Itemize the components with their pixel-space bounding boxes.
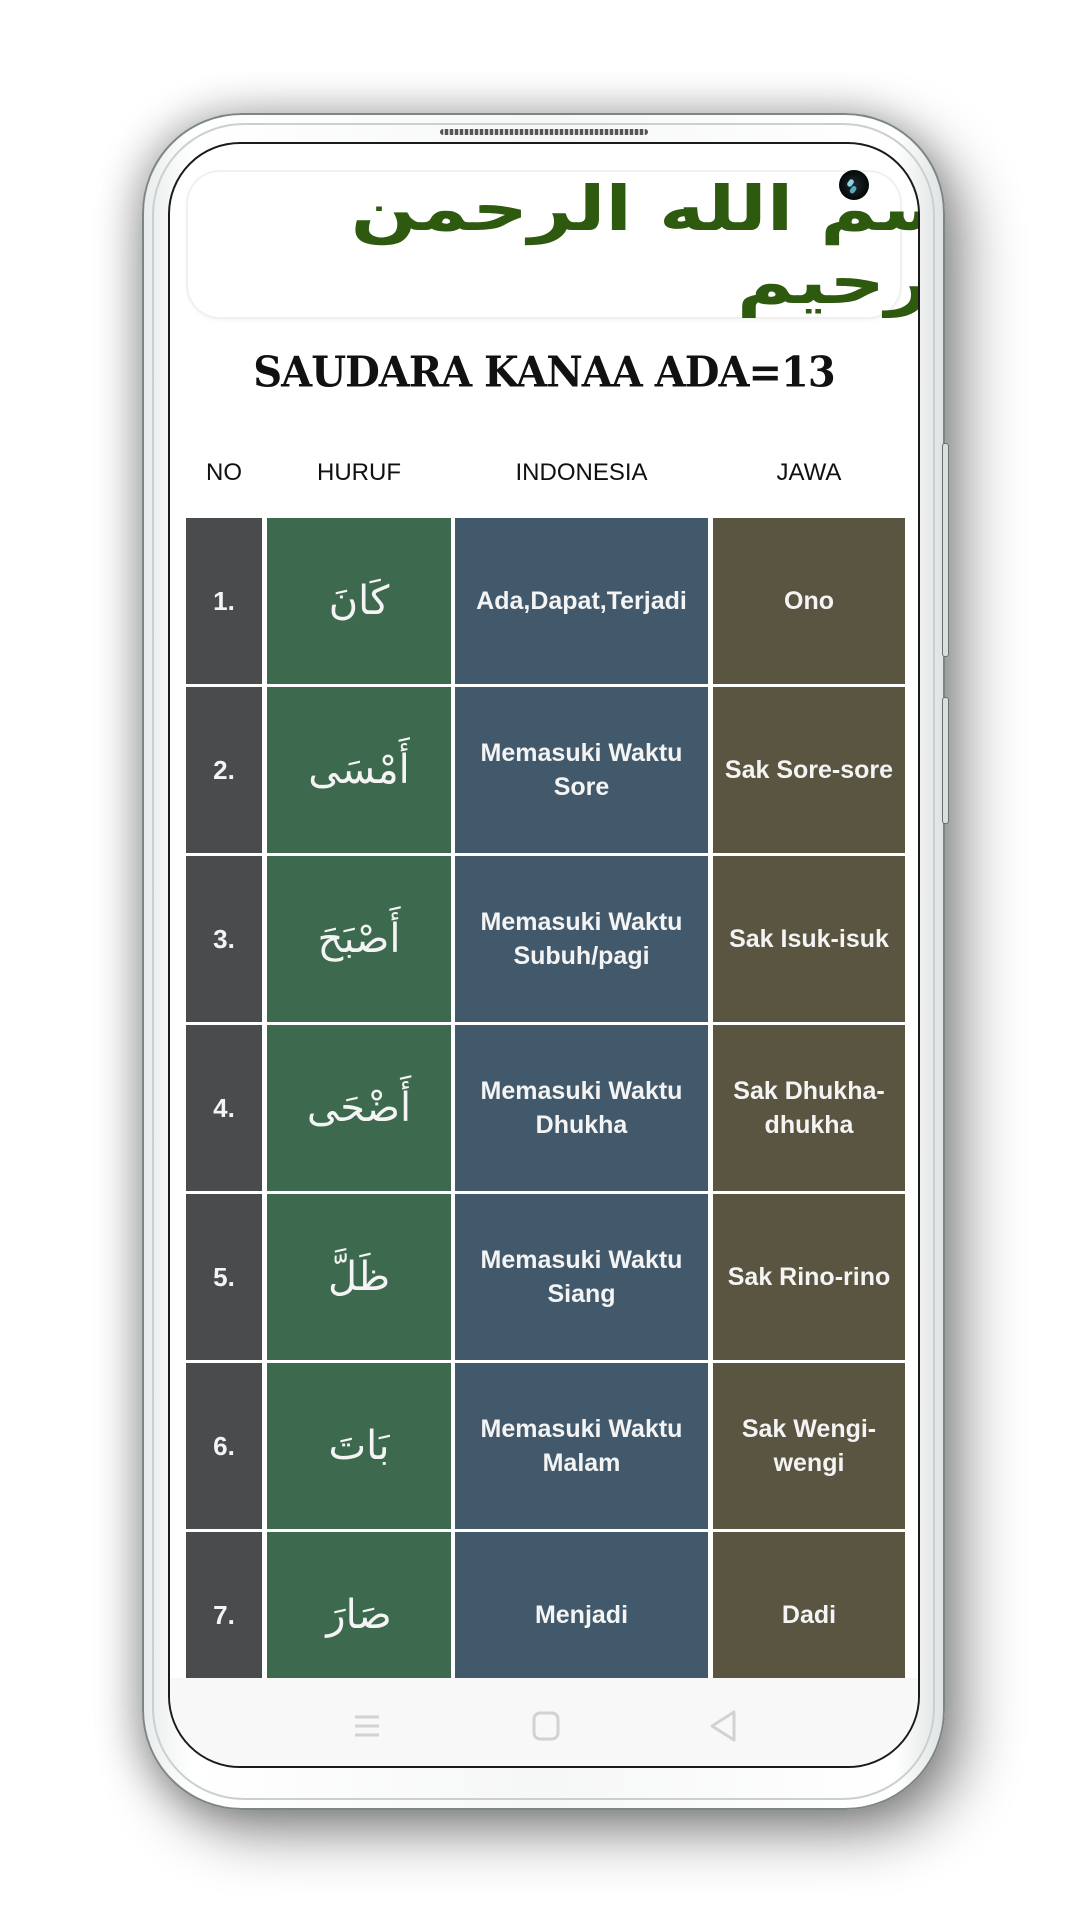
cell-indonesia: Memasuki Waktu Subuh/pagi: [455, 856, 708, 1022]
table-row: 7. صَارَ Menjadi Dadi: [186, 1532, 905, 1698]
cell-indonesia: Memasuki Waktu Siang: [455, 1194, 708, 1360]
home-icon[interactable]: [526, 1706, 566, 1746]
page-title: SAUDARA KANAA ADA=13: [253, 347, 835, 398]
cell-huruf: أَمْسَى: [267, 687, 451, 853]
cell-huruf: صَارَ: [267, 1532, 451, 1698]
cell-no: 6.: [186, 1363, 262, 1529]
power-button: [942, 697, 949, 824]
back-icon[interactable]: [704, 1706, 744, 1746]
cell-no: 5.: [186, 1194, 262, 1360]
cell-jawa: Sak Sore-sore: [713, 687, 905, 853]
cell-jawa: Sak Rino-rino: [713, 1194, 905, 1360]
cell-no: 3.: [186, 856, 262, 1022]
cell-no: 7.: [186, 1532, 262, 1698]
cell-huruf: بَاتَ: [267, 1363, 451, 1529]
table-row: 1. كَانَ Ada,Dapat,Terjadi Ono: [186, 518, 905, 684]
cell-indonesia: Menjadi: [455, 1532, 708, 1698]
column-header-jawa: JAWA: [776, 459, 842, 486]
header-card: بسم الله الرحمن الرحيم: [188, 172, 918, 318]
cell-indonesia: Ada,Dapat,Terjadi: [455, 518, 708, 684]
menu-icon[interactable]: [347, 1706, 387, 1746]
front-camera-icon: [839, 170, 869, 200]
column-header-no: NO: [206, 459, 242, 486]
cell-jawa: Ono: [713, 518, 905, 684]
cell-jawa: Sak Wengi-wengi: [713, 1363, 905, 1529]
cell-indonesia: Memasuki Waktu Sore: [455, 687, 708, 853]
app-screen: بسم الله الرحمن الرحيم SAUDARA KANAA ADA…: [168, 142, 920, 1768]
column-header-huruf: HURUF: [317, 459, 401, 486]
cell-no: 2.: [186, 687, 262, 853]
cell-indonesia: Memasuki Waktu Dhukha: [455, 1025, 708, 1191]
table-header: NO HURUF INDONESIA JAWA: [186, 459, 905, 491]
table-row: 5. ظَلَّ Memasuki Waktu Siang Sak Rino-rino: [186, 1194, 905, 1360]
cell-huruf: كَانَ: [267, 518, 451, 684]
cell-huruf: ظَلَّ: [267, 1194, 451, 1360]
cell-no: 4.: [186, 1025, 262, 1191]
table-row: 3. أَصْبَحَ Memasuki Waktu Subuh/pagi Sak I…: [186, 856, 905, 1022]
earpiece-speaker: [440, 129, 648, 135]
cell-jawa: Sak Dhukha-dhukha: [713, 1025, 905, 1191]
system-navigation-bar: [170, 1678, 918, 1766]
cell-jawa: Dadi: [713, 1532, 905, 1698]
column-header-indonesia: INDONESIA: [515, 459, 648, 486]
table-row: 4. أَضْحَى Memasuki Waktu Dhukha Sak Dhukha…: [186, 1025, 905, 1191]
cell-indonesia: Memasuki Waktu Malam: [455, 1363, 708, 1529]
bismillah-text: بسم الله الرحمن الرحيم: [350, 171, 918, 318]
table-row: 2. أَمْسَى Memasuki Waktu Sore Sak Sore-sor…: [186, 687, 905, 853]
cell-no: 1.: [186, 518, 262, 684]
cell-jawa: Sak Isuk-isuk: [713, 856, 905, 1022]
cell-huruf: أَضْحَى: [267, 1025, 451, 1191]
table-row: 6. بَاتَ Memasuki Waktu Malam Sak Wengi-wen…: [186, 1363, 905, 1529]
volume-button: [942, 443, 949, 657]
cell-huruf: أَصْبَحَ: [267, 856, 451, 1022]
